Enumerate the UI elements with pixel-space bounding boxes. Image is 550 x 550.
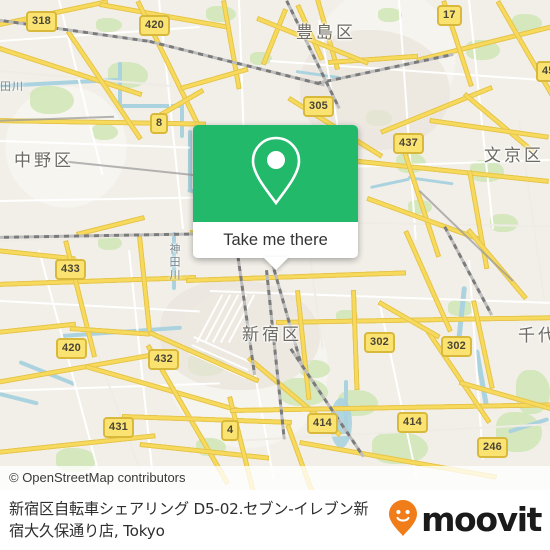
bottom-info-bar: 新宿区自転車シェアリング D5-02.セブン-イレブン新宿大久保通り店, Tok… xyxy=(0,490,550,550)
park-area xyxy=(30,86,74,114)
place-label-chiyoda: 千代田 xyxy=(518,326,550,346)
water-label: 田川 xyxy=(0,80,24,93)
map-pin-icon xyxy=(249,135,303,212)
park-area xyxy=(96,18,122,32)
route-shield: 420 xyxy=(56,338,87,359)
take-me-there-button[interactable]: Take me there xyxy=(193,222,358,258)
route-shield: 8 xyxy=(150,113,169,134)
route-shield: 302 xyxy=(441,336,472,357)
location-popup-card[interactable]: Take me there xyxy=(193,125,358,270)
place-label-bunkyo: 文京区 xyxy=(484,146,544,166)
location-title: 新宿区自転車シェアリング D5-02.セブン-イレブン新宿大久保通り店, Tok… xyxy=(9,500,369,540)
route-shield: 437 xyxy=(393,133,424,154)
moovit-wordmark: moovit xyxy=(421,500,542,539)
park-area xyxy=(98,236,122,250)
moovit-smiley-pin-icon xyxy=(388,499,418,542)
route-shield: 305 xyxy=(303,96,334,117)
park-area xyxy=(206,6,236,22)
osm-attribution[interactable]: © OpenStreetMap contributors xyxy=(0,466,550,490)
route-shield: 433 xyxy=(55,259,86,280)
route-shield: 318 xyxy=(26,11,57,32)
route-shield: 246 xyxy=(477,437,508,458)
route-shield: 432 xyxy=(148,349,179,370)
route-shield: 414 xyxy=(307,413,338,434)
park-area xyxy=(490,214,518,232)
route-shield: 431 xyxy=(103,417,134,438)
popup-pointer-tail xyxy=(262,257,289,270)
route-shield: 302 xyxy=(364,332,395,353)
route-shield: 17 xyxy=(437,5,462,26)
route-shield: 4 xyxy=(221,420,240,441)
place-label-shinjuku: 新宿区 xyxy=(242,325,302,345)
route-shield: 414 xyxy=(397,412,428,433)
route-shield: 45 xyxy=(536,61,550,82)
park-area xyxy=(92,124,118,140)
take-me-there-label: Take me there xyxy=(223,230,328,249)
place-label-nakano: 中野区 xyxy=(14,151,74,171)
map-screen: 318 420 17 305 8 437 45 433 420 432 302 … xyxy=(0,0,550,550)
moovit-brand[interactable]: moovit xyxy=(388,499,550,542)
water-label: 神田川 xyxy=(168,243,181,282)
place-label-toshima: 豊島区 xyxy=(296,23,356,43)
route-shield: 420 xyxy=(139,15,170,36)
popup-image-area xyxy=(193,125,358,222)
river xyxy=(188,130,192,192)
